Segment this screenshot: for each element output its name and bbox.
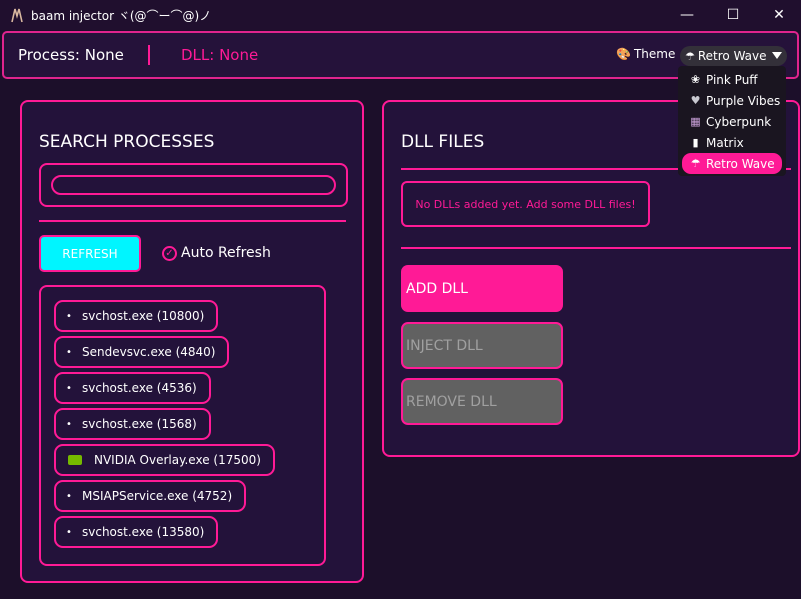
theme-option-retro-wave[interactable]: ☂ Retro Wave bbox=[682, 153, 782, 174]
process-list: • svchost.exe (10800) • Sendevsvc.exe (4… bbox=[39, 285, 326, 566]
theme-option-label: Cyberpunk bbox=[706, 114, 772, 129]
status-divider bbox=[148, 45, 150, 65]
checkbox-checked-icon[interactable]: ✓ bbox=[162, 245, 177, 261]
list-item[interactable]: NVIDIA Overlay.exe (17500) bbox=[54, 444, 275, 476]
list-item[interactable]: • MSIAPService.exe (4752) bbox=[54, 480, 247, 512]
list-item[interactable]: • svchost.exe (10800) bbox=[54, 300, 219, 332]
theme-option-label: Pink Puff bbox=[706, 72, 758, 87]
list-item[interactable]: • Sendevsvc.exe (4840) bbox=[54, 336, 230, 368]
nvidia-icon bbox=[56, 455, 94, 465]
search-processes-panel: SEARCH PROCESSES REFRESH ✓ Auto Refresh … bbox=[20, 100, 364, 583]
process-name: NVIDIA Overlay.exe (17500) bbox=[94, 453, 261, 467]
add-dll-button[interactable]: ADD DLL bbox=[401, 265, 563, 312]
panel-title: SEARCH PROCESSES bbox=[39, 132, 215, 152]
process-name: svchost.exe (10800) bbox=[82, 309, 205, 323]
chevron-down-icon bbox=[772, 52, 782, 59]
umbrella-icon: ☂ bbox=[690, 157, 701, 170]
app-logo-icon bbox=[11, 8, 23, 23]
theme-option-purple-vibes[interactable]: ♥ Purple Vibes bbox=[682, 90, 782, 111]
matrix-icon: ▮ bbox=[692, 136, 699, 149]
refresh-button[interactable]: REFRESH bbox=[39, 235, 141, 272]
theme-option-label: Retro Wave bbox=[706, 156, 775, 171]
bullet-icon: • bbox=[66, 490, 72, 502]
process-status: Process: None bbox=[18, 46, 124, 64]
dll-empty-message: No DLLs added yet. Add some DLL files! bbox=[401, 181, 650, 227]
divider bbox=[39, 220, 346, 222]
theme-option-pink-puff[interactable]: ❀ Pink Puff bbox=[682, 69, 782, 90]
close-button[interactable]: ✕ bbox=[756, 0, 801, 30]
bullet-icon: • bbox=[66, 526, 72, 538]
minimize-button[interactable]: — bbox=[664, 0, 710, 30]
auto-refresh-toggle[interactable]: ✓ Auto Refresh bbox=[162, 245, 271, 261]
maximize-button[interactable]: ☐ bbox=[710, 0, 756, 30]
process-name: svchost.exe (4536) bbox=[82, 381, 197, 395]
process-name: svchost.exe (1568) bbox=[82, 417, 197, 431]
theme-select[interactable]: ☂ Retro Wave bbox=[680, 46, 787, 66]
theme-option-label: Matrix bbox=[706, 135, 744, 150]
cyberpunk-icon: ▦ bbox=[690, 115, 701, 128]
window-title: baam injector ヾ(@⌒ー⌒@)ノ bbox=[31, 9, 212, 23]
theme-label-text: Theme bbox=[633, 47, 676, 61]
bullet-icon: • bbox=[66, 382, 72, 394]
remove-dll-button[interactable]: REMOVE DLL bbox=[401, 378, 563, 425]
close-icon: ✕ bbox=[773, 7, 785, 23]
auto-refresh-label: Auto Refresh bbox=[181, 245, 271, 261]
minimize-icon: — bbox=[680, 7, 694, 23]
process-search-input[interactable] bbox=[51, 175, 336, 195]
panel-title: DLL FILES bbox=[401, 132, 485, 152]
list-item[interactable]: • svchost.exe (1568) bbox=[54, 408, 211, 440]
palette-icon: 🎨 bbox=[616, 47, 631, 61]
heart-icon: ♥ bbox=[690, 94, 701, 107]
theme-option-label: Purple Vibes bbox=[706, 93, 781, 108]
dll-status: DLL: None bbox=[181, 46, 259, 64]
list-item[interactable]: • svchost.exe (13580) bbox=[54, 516, 219, 548]
search-box bbox=[39, 163, 348, 207]
theme-option-matrix[interactable]: ▮ Matrix bbox=[682, 132, 782, 153]
umbrella-icon: ☂ bbox=[685, 49, 695, 63]
theme-dropdown: ❀ Pink Puff ♥ Purple Vibes ▦ Cyberpunk ▮… bbox=[678, 66, 786, 176]
theme-label: 🎨 Theme bbox=[616, 47, 675, 61]
bullet-icon: • bbox=[66, 346, 72, 358]
theme-option-cyberpunk[interactable]: ▦ Cyberpunk bbox=[682, 111, 782, 132]
process-name: Sendevsvc.exe (4840) bbox=[82, 345, 216, 359]
process-name: svchost.exe (13580) bbox=[82, 525, 205, 539]
bullet-icon: • bbox=[66, 310, 72, 322]
flower-icon: ❀ bbox=[690, 73, 701, 86]
inject-dll-button[interactable]: INJECT DLL bbox=[401, 322, 563, 369]
bullet-icon: • bbox=[66, 418, 72, 430]
theme-select-value: Retro Wave bbox=[697, 49, 767, 63]
maximize-icon: ☐ bbox=[726, 7, 740, 23]
list-item[interactable]: • svchost.exe (4536) bbox=[54, 372, 211, 404]
title-bar: baam injector ヾ(@⌒ー⌒@)ノ — ☐ ✕ bbox=[0, 0, 801, 30]
process-name: MSIAPService.exe (4752) bbox=[82, 489, 233, 503]
divider bbox=[401, 247, 791, 249]
